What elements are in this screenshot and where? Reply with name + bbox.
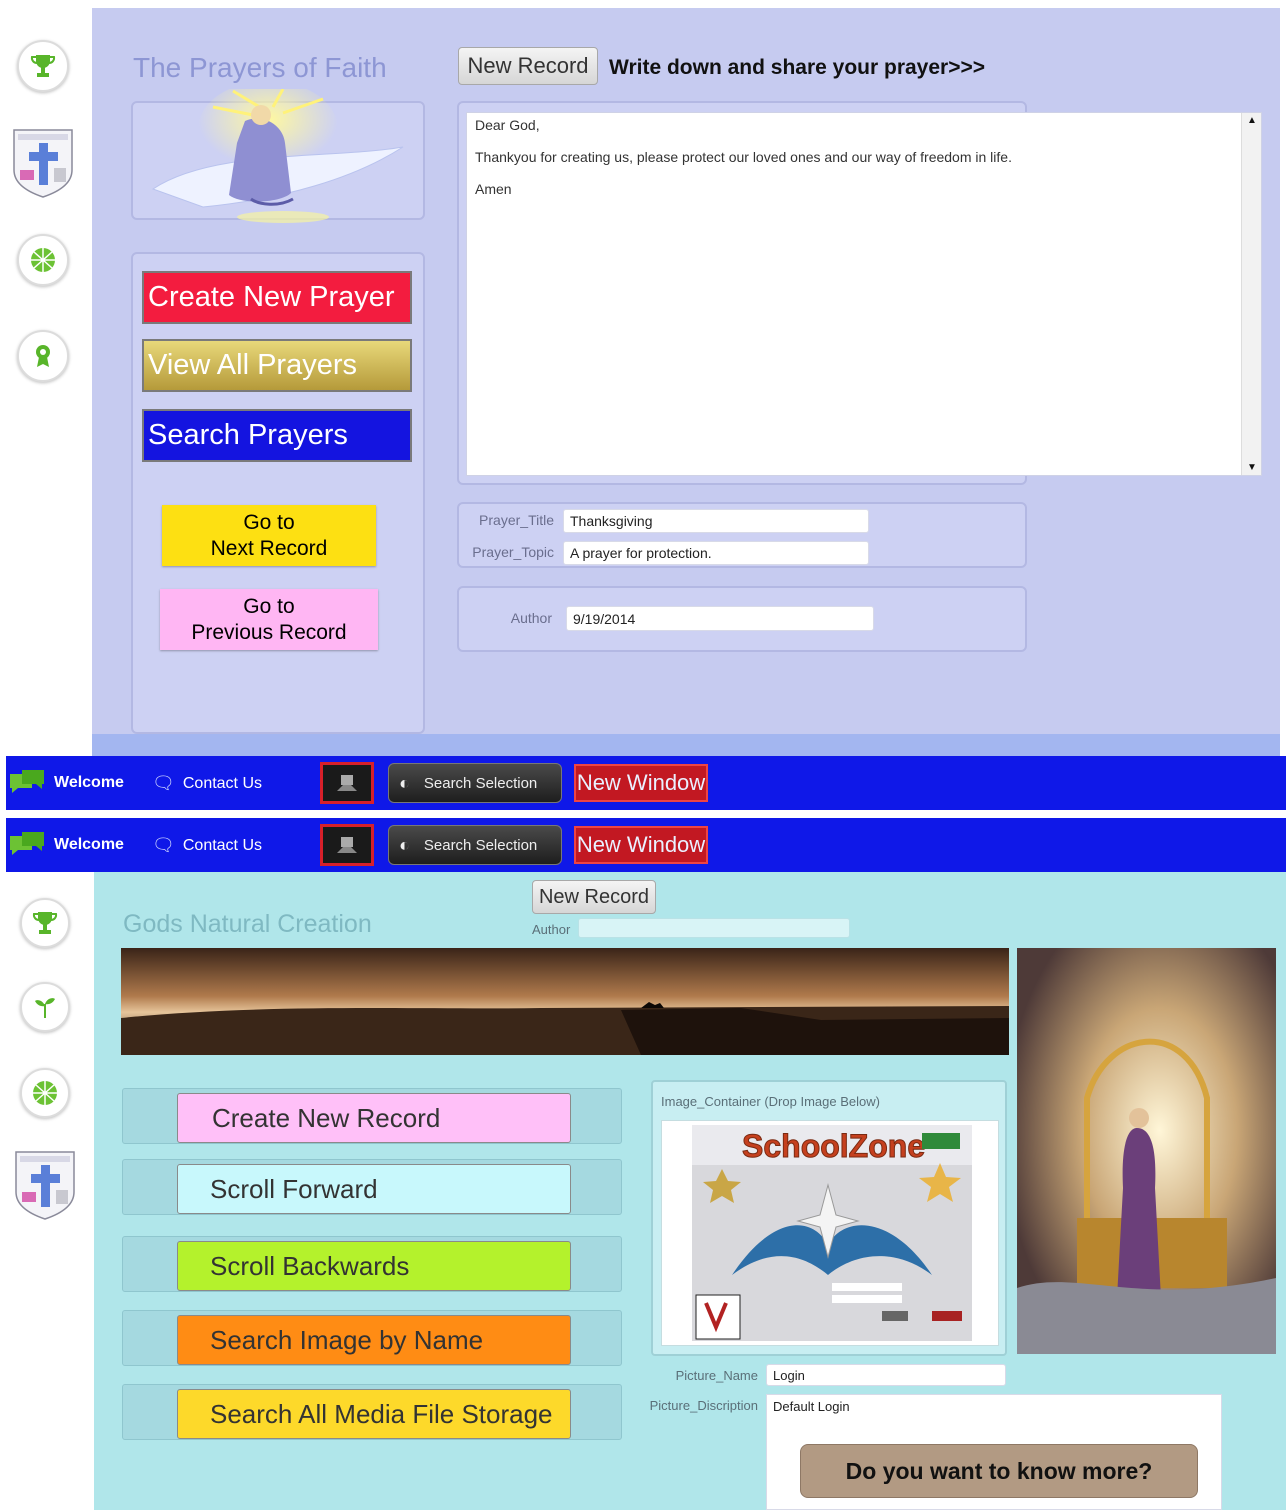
create-record-row: Create New Record xyxy=(122,1088,622,1144)
search-selection-label: Search Selection xyxy=(423,836,538,854)
left-sidebar xyxy=(6,8,92,756)
previous-record-line1: Go to xyxy=(243,594,295,618)
prayer-line-body: Thankyou for creating us, please protect… xyxy=(475,149,1012,165)
prayer-buttons-panel xyxy=(131,252,425,734)
prayer-line-closing: Amen xyxy=(475,181,512,197)
search-prayers-button[interactable]: Search Prayers xyxy=(142,409,412,462)
schoolzone-login-screenshot: SchoolZone xyxy=(692,1125,972,1341)
image-drop-zone[interactable]: SchoolZone xyxy=(661,1120,999,1346)
prayer-line-greeting: Dear God, xyxy=(475,117,540,133)
next-record-line2: Next Record xyxy=(210,536,328,560)
scroll-up-arrow-icon[interactable]: ▲ xyxy=(1247,115,1257,126)
creation-screen: Gods Natural Creation New Record Author … xyxy=(0,872,1286,1510)
contact-chat-icon: 🗨 xyxy=(152,773,175,793)
search-selection-button[interactable]: ◐ Search Selection xyxy=(388,825,562,865)
new-record-button[interactable]: New Record xyxy=(532,880,656,914)
previous-record-line2: Previous Record xyxy=(191,620,347,644)
search-all-media-button[interactable]: Search All Media File Storage xyxy=(177,1389,571,1439)
author-input[interactable]: 9/19/2014 xyxy=(566,606,874,631)
contact-us-link[interactable]: 🗨 Contact Us xyxy=(152,835,262,856)
college-crest-logo xyxy=(14,1148,76,1220)
college-crest-logo xyxy=(12,126,74,198)
author-label: Author xyxy=(510,610,552,626)
throne-vision-image xyxy=(1017,948,1276,1354)
contact-us-label: Contact Us xyxy=(182,836,262,854)
new-window-button[interactable]: New Window xyxy=(574,826,708,864)
search-image-row: Search Image by Name xyxy=(122,1310,622,1366)
contact-us-label: Contact Us xyxy=(182,774,262,792)
welcome-label: Welcome xyxy=(54,774,124,791)
search-media-row: Search All Media File Storage xyxy=(122,1384,622,1440)
app-thumbnail-icon[interactable] xyxy=(320,762,374,804)
globe-icon: ◐ xyxy=(399,772,410,793)
prayer-textarea[interactable]: Dear God, Thankyou for creating us, plea… xyxy=(466,112,1262,476)
author-label: Author xyxy=(532,922,571,937)
prayers-screen: The Prayers of Faith Create New Prayer V… xyxy=(0,0,1286,756)
scroll-backwards-row: Scroll Backwards xyxy=(122,1236,622,1292)
view-all-prayers-button[interactable]: View All Prayers xyxy=(142,339,412,392)
welcome-link[interactable]: Welcome xyxy=(8,768,124,798)
new-window-button[interactable]: New Window xyxy=(574,764,708,802)
create-new-record-button[interactable]: Create New Record xyxy=(177,1093,571,1143)
prayer-scrollbar[interactable]: ▲ ▼ xyxy=(1241,113,1261,475)
chat-bubbles-icon xyxy=(10,770,44,793)
ball-icon[interactable] xyxy=(17,234,69,286)
picture-name-label: Picture_Name xyxy=(675,1368,758,1383)
contact-us-link[interactable]: 🗨 Contact Us xyxy=(152,773,262,794)
picture-description-label: Picture_Discription xyxy=(649,1398,758,1413)
trophy-icon[interactable] xyxy=(20,898,70,948)
new-record-button[interactable]: New Record xyxy=(458,47,598,85)
picture-description-value: Default Login xyxy=(773,1399,850,1414)
create-new-prayer-button[interactable]: Create New Prayer xyxy=(142,271,412,324)
bottom-band xyxy=(92,734,1280,756)
landscape-banner-image xyxy=(121,948,1009,1055)
globe-icon: ◐ xyxy=(399,834,410,855)
search-selection-button[interactable]: ◐ Search Selection xyxy=(388,763,562,803)
trophy-icon[interactable] xyxy=(17,40,69,92)
taskbar-top: Welcome 🗨 Contact Us ◐ Search Selection … xyxy=(6,756,1286,810)
page-title: The Prayers of Faith xyxy=(133,52,387,83)
praying-figure-image xyxy=(151,89,404,223)
welcome-link[interactable]: Welcome xyxy=(8,830,124,860)
left-sidebar xyxy=(6,872,94,1510)
contact-chat-icon: 🗨 xyxy=(152,835,175,855)
prayer-topic-input[interactable]: A prayer for protection. xyxy=(563,541,869,565)
next-record-line1: Go to xyxy=(243,510,295,534)
scroll-down-arrow-icon[interactable]: ▼ xyxy=(1247,462,1257,473)
plant-sprout-icon[interactable] xyxy=(20,982,70,1032)
prayer-title-input[interactable]: Thanksgiving xyxy=(563,509,869,533)
prayer-title-label: Prayer_Title xyxy=(479,512,554,528)
image-container-panel: Image_Container (Drop Image Below) Schoo… xyxy=(651,1080,1007,1356)
image-container-label: Image_Container (Drop Image Below) xyxy=(661,1094,880,1109)
taskbar-bottom: Welcome 🗨 Contact Us ◐ Search Selection … xyxy=(6,818,1286,872)
scroll-backwards-button[interactable]: Scroll Backwards xyxy=(177,1241,571,1291)
scroll-forward-button[interactable]: Scroll Forward xyxy=(177,1164,571,1214)
search-selection-label: Search Selection xyxy=(423,774,538,792)
chat-bubbles-icon xyxy=(10,832,44,855)
picture-name-input[interactable]: Login xyxy=(766,1364,1006,1386)
author-input[interactable] xyxy=(578,918,850,938)
scroll-forward-row: Scroll Forward xyxy=(122,1159,622,1215)
next-record-button[interactable]: Go to Next Record xyxy=(162,505,376,566)
search-image-by-name-button[interactable]: Search Image by Name xyxy=(177,1315,571,1365)
previous-record-button[interactable]: Go to Previous Record xyxy=(160,589,378,650)
welcome-label: Welcome xyxy=(54,836,124,853)
schoolzone-wordmark: SchoolZone xyxy=(742,1128,925,1164)
instruction-text: Write down and share your prayer>>> xyxy=(609,56,985,79)
know-more-button[interactable]: Do you want to know more? xyxy=(800,1444,1198,1498)
prayer-image-panel xyxy=(131,89,425,223)
prayer-topic-label: Prayer_Topic xyxy=(472,544,554,560)
app-thumbnail-icon[interactable] xyxy=(320,824,374,866)
page-title: Gods Natural Creation xyxy=(123,910,372,938)
award-ribbon-icon[interactable] xyxy=(17,330,69,382)
ball-icon[interactable] xyxy=(20,1068,70,1118)
